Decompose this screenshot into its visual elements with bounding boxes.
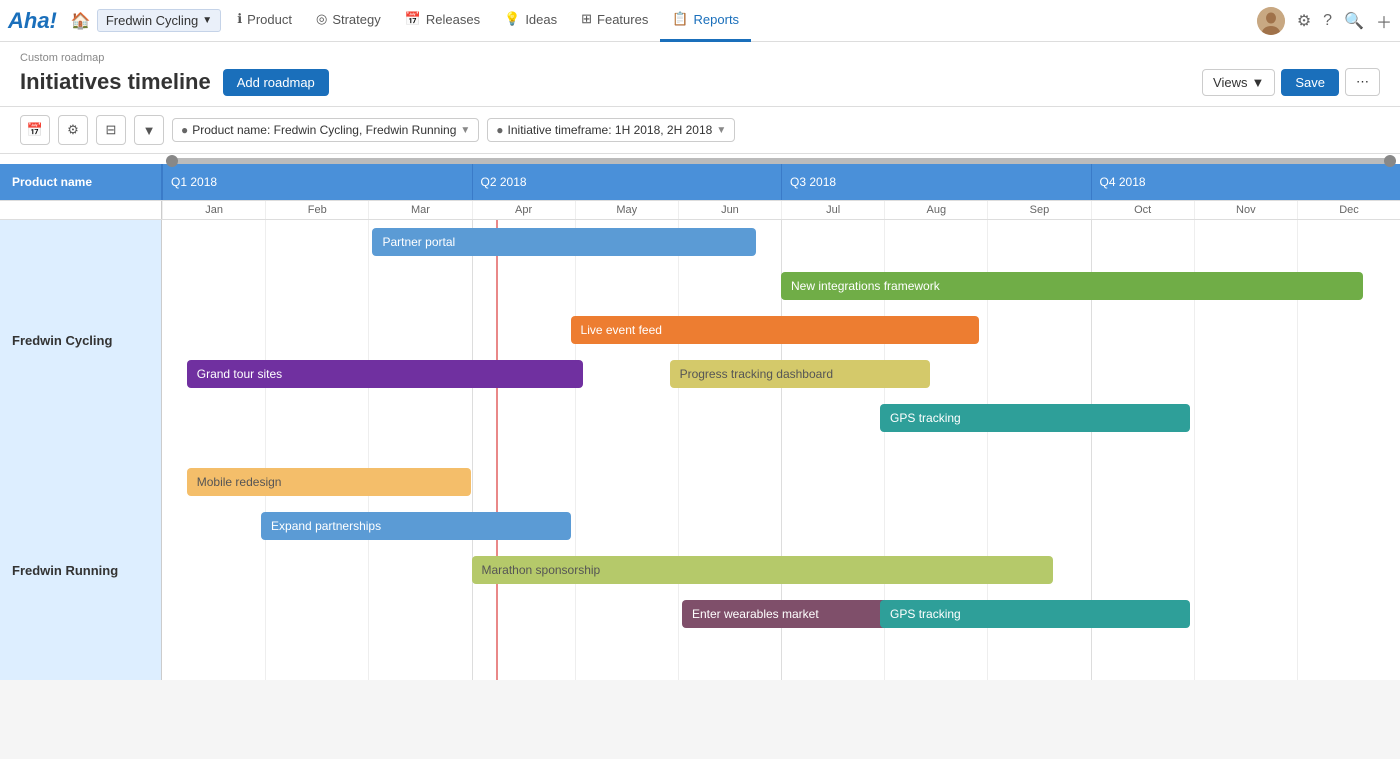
bar-partner-portal[interactable]: Partner portal: [372, 228, 756, 256]
grid-line-7: [1194, 220, 1195, 460]
q1-label: Q1 2018: [162, 164, 472, 200]
bar-gps-running[interactable]: GPS tracking: [880, 600, 1190, 628]
views-arrow: ▼: [1251, 75, 1264, 90]
gantt-running: Mobile redesign Expand partnerships Mara…: [162, 460, 1400, 680]
nav-releases[interactable]: 📅 Releases: [393, 0, 492, 42]
ideas-icon: 💡: [504, 11, 520, 27]
nav-features[interactable]: ⊞ Features: [569, 0, 660, 42]
top-navigation: Aha! 🏠 Fredwin Cycling ▼ ℹ Product ◎ Str…: [0, 0, 1400, 42]
strategy-icon: ◎: [316, 11, 327, 27]
q-divider-r3: [1091, 460, 1092, 680]
add-icon[interactable]: ＋: [1376, 9, 1392, 33]
timeframe-filter-arrow: ▼: [716, 125, 726, 136]
app-logo: Aha!: [8, 8, 57, 34]
quarters-container: Q1 2018 Q2 2018 Q3 2018 Q4 2018: [162, 164, 1400, 200]
reports-icon: 📋: [672, 11, 688, 27]
save-button[interactable]: Save: [1281, 69, 1339, 96]
filter-bar: 📅 ⚙ ⊟ ▼ ● Product name: Fredwin Cycling,…: [0, 107, 1400, 154]
today-line: [496, 220, 498, 460]
nav-ideas[interactable]: 💡 Ideas: [492, 0, 569, 42]
range-thumb-left[interactable]: [166, 155, 178, 167]
month-may: May: [575, 201, 678, 219]
features-icon: ⊞: [581, 11, 592, 27]
bar-progress-tracking[interactable]: Progress tracking dashboard: [670, 360, 930, 388]
product-filter-arrow: ▼: [460, 125, 470, 136]
add-roadmap-button[interactable]: Add roadmap: [223, 69, 329, 96]
q3-label: Q3 2018: [781, 164, 1091, 200]
range-slider-row: [0, 154, 1400, 164]
grid-line-1: [265, 220, 266, 460]
month-header-row: Jan Feb Mar Apr May Jun Jul Aug Sep Oct …: [0, 201, 1400, 220]
toolbar-right: Views ▼ Save ⋯: [1202, 68, 1380, 96]
month-oct: Oct: [1091, 201, 1194, 219]
timeframe-filter-label: Initiative timeframe: 1H 2018, 2H 2018: [508, 123, 713, 137]
help-icon[interactable]: ?: [1323, 12, 1332, 30]
calendar-filter-btn[interactable]: 📅: [20, 115, 50, 145]
title-row: Initiatives timeline Add roadmap Views ▼…: [20, 68, 1380, 96]
product-label-cycling: Fredwin Cycling: [0, 220, 162, 460]
bar-gps-cycling[interactable]: GPS tracking: [880, 404, 1190, 432]
product-row-cycling: Fredwin Cycling Partner portal New integ…: [0, 220, 1400, 460]
month-dec: Dec: [1297, 201, 1400, 219]
nav-strategy[interactable]: ◎ Strategy: [304, 0, 393, 42]
q4-label: Q4 2018: [1091, 164, 1400, 200]
releases-icon: 📅: [405, 11, 421, 27]
more-button[interactable]: ⋯: [1345, 68, 1380, 96]
bar-mobile-redesign[interactable]: Mobile redesign: [187, 468, 472, 496]
product-filter[interactable]: ● Product name: Fredwin Cycling, Fredwin…: [172, 118, 479, 142]
quarter-header-row: Product name Q1 2018 Q2 2018 Q3 2018 Q4 …: [0, 164, 1400, 201]
workspace-name: Fredwin Cycling: [106, 13, 198, 28]
product-label-running: Fredwin Running: [0, 460, 162, 680]
topnav-right: ⚙ ? 🔍 ＋: [1257, 7, 1392, 35]
months-container: Jan Feb Mar Apr May Jun Jul Aug Sep Oct …: [162, 201, 1400, 219]
month-sep: Sep: [987, 201, 1090, 219]
month-nov: Nov: [1194, 201, 1297, 219]
timeline-container: Product name Q1 2018 Q2 2018 Q3 2018 Q4 …: [0, 154, 1400, 680]
layout-filter-btn[interactable]: ⊟: [96, 115, 126, 145]
product-icon: ℹ: [237, 11, 242, 27]
month-mar: Mar: [368, 201, 471, 219]
gantt-cycling: Partner portal New integrations framewor…: [162, 220, 1400, 460]
grid-line-8: [1297, 220, 1298, 460]
page-toolbar: Custom roadmap Initiatives timeline Add …: [0, 42, 1400, 107]
range-track[interactable]: [166, 158, 1396, 164]
month-jul: Jul: [781, 201, 884, 219]
product-row-running: Fredwin Running Mobile redesign Expand p…: [0, 460, 1400, 680]
q-divider-1: [472, 220, 473, 460]
bar-new-integrations[interactable]: New integrations framework: [781, 272, 1363, 300]
range-thumb-right[interactable]: [1384, 155, 1396, 167]
views-button[interactable]: Views ▼: [1202, 69, 1275, 96]
q2-label: Q2 2018: [472, 164, 782, 200]
home-icon[interactable]: 🏠: [71, 11, 91, 31]
filter-btn[interactable]: ▼: [134, 115, 164, 145]
bar-live-event-feed[interactable]: Live event feed: [571, 316, 980, 344]
workspace-dropdown-arrow: ▼: [202, 15, 212, 26]
month-jan: Jan: [162, 201, 265, 219]
month-feb: Feb: [265, 201, 368, 219]
filter-circle-icon: ●: [181, 123, 188, 137]
month-aug: Aug: [884, 201, 987, 219]
breadcrumb: Custom roadmap: [20, 52, 1380, 64]
column-header-label: Product name: [0, 164, 162, 200]
views-label: Views: [1213, 75, 1247, 90]
grid-line-2: [368, 220, 369, 460]
grid-line-r7: [1194, 460, 1195, 680]
product-filter-label: Product name: Fredwin Cycling, Fredwin R…: [192, 123, 456, 137]
settings-icon[interactable]: ⚙: [1297, 11, 1311, 31]
bar-grand-tour[interactable]: Grand tour sites: [187, 360, 583, 388]
grid-line-r8: [1297, 460, 1298, 680]
avatar[interactable]: [1257, 7, 1285, 35]
workspace-selector[interactable]: Fredwin Cycling ▼: [97, 9, 221, 32]
timeframe-filter[interactable]: ● Initiative timeframe: 1H 2018, 2H 2018…: [487, 118, 735, 142]
search-icon[interactable]: 🔍: [1344, 11, 1364, 31]
bar-expand-partnerships[interactable]: Expand partnerships: [261, 512, 571, 540]
page-title: Initiatives timeline: [20, 69, 211, 95]
filter-circle2-icon: ●: [496, 123, 503, 137]
month-jun: Jun: [678, 201, 781, 219]
month-apr: Apr: [472, 201, 575, 219]
settings-filter-btn[interactable]: ⚙: [58, 115, 88, 145]
bar-marathon[interactable]: Marathon sponsorship: [472, 556, 1054, 584]
nav-product[interactable]: ℹ Product: [225, 0, 304, 42]
nav-reports[interactable]: 📋 Reports: [660, 0, 751, 42]
